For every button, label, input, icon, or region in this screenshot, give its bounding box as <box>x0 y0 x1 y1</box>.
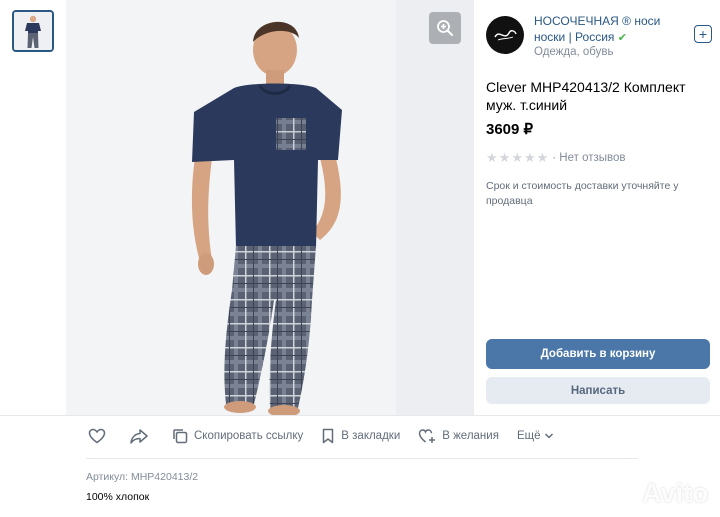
material-text: 100% хлопок <box>86 491 150 503</box>
product-thumbnail[interactable] <box>12 10 54 52</box>
heart-icon <box>88 428 106 444</box>
rating: ★ ★ ★ ★ ★ · Нет отзывов <box>486 151 626 164</box>
seller-name: НОСОЧЕЧНАЯ ® носи носки | Россия <box>534 14 661 44</box>
copy-link-label: Скопировать ссылку <box>194 430 304 442</box>
like-button[interactable] <box>88 428 112 444</box>
wishlist-button[interactable]: В желания <box>418 428 499 444</box>
bookmark-button[interactable]: В закладки <box>321 428 400 444</box>
follow-button[interactable]: + <box>694 25 712 43</box>
seller-category: Одежда, обувь <box>534 46 614 58</box>
zoom-in-icon <box>437 20 453 36</box>
star-icon: ★ <box>536 150 549 165</box>
write-button[interactable]: Написать <box>486 377 710 404</box>
seller-name-link[interactable]: НОСОЧЕЧНАЯ ® носи носки | Россия ✔ <box>534 13 690 46</box>
product-photo <box>66 0 474 415</box>
bookmark-label: В закладки <box>341 430 401 442</box>
seller-logo[interactable] <box>486 16 524 54</box>
more-label: Ещё <box>516 430 541 442</box>
star-icon: ★ <box>486 150 498 165</box>
wishlist-icon <box>418 429 436 443</box>
seller-block: НОСОЧЕЧНАЯ ® носи носки | Россия ✔ Одежд… <box>486 12 716 62</box>
verified-icon: ✔ <box>617 32 627 44</box>
add-to-cart-button[interactable]: Добавить в корзину <box>486 339 710 369</box>
plus-icon: + <box>698 26 708 42</box>
share-icon <box>130 429 148 444</box>
copy-icon <box>173 429 188 444</box>
star-icon: ★ <box>523 150 536 165</box>
rating-stars: ★ ★ ★ ★ ★ <box>486 151 548 164</box>
divider <box>0 415 720 416</box>
wishlist-label: В желания <box>442 430 499 442</box>
bookmark-icon <box>323 428 334 444</box>
reviews-count: · Нет отзывов <box>552 151 626 164</box>
product-price: 3609 ₽ <box>486 121 534 138</box>
watermark-text: Avito <box>642 478 709 508</box>
article-number: Артикул: MHP420413/2 <box>86 471 199 483</box>
chevron-down-icon <box>545 433 554 439</box>
more-button[interactable]: Ещё <box>517 430 555 442</box>
delivery-note: Срок и стоимость доставки уточняйте у пр… <box>486 180 679 207</box>
share-button[interactable] <box>130 428 154 444</box>
zoom-button[interactable] <box>429 12 461 44</box>
product-title: Clever MHP420413/2 Комплект муж. т.синий <box>486 79 686 113</box>
action-bar: Скопировать ссылку В закладки В желания … <box>88 426 572 446</box>
copy-link-button[interactable]: Скопировать ссылку <box>172 428 303 444</box>
star-icon: ★ <box>511 150 523 165</box>
star-icon: ★ <box>498 150 511 165</box>
avito-logo-icon <box>614 482 637 506</box>
avito-watermark: Avito <box>612 478 709 509</box>
divider <box>86 458 638 459</box>
